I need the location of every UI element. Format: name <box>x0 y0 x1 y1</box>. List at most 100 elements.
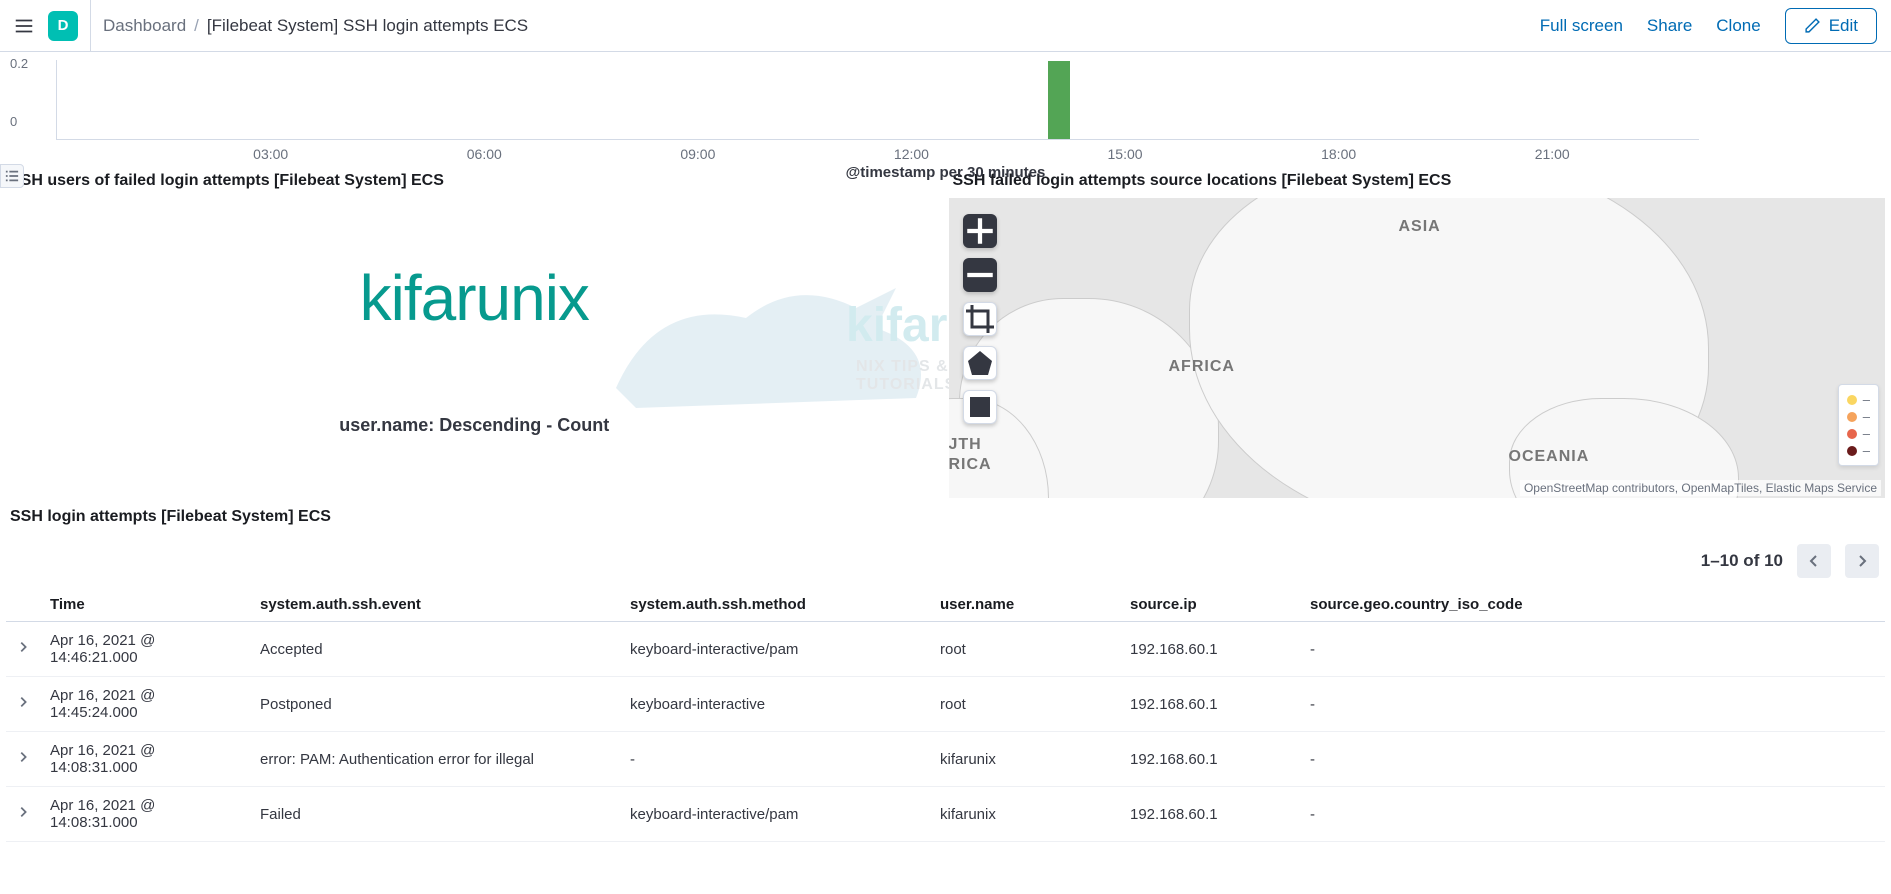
watermark-logo: kifarunix <box>360 261 589 335</box>
chart-xlabel: @timestamp per 30 minutes <box>12 164 1879 181</box>
cell-user: root <box>930 677 1120 732</box>
users-panel: SSH users of failed login attempts [File… <box>6 168 943 498</box>
chart-xticks: 03:0006:0009:0012:0015:0018:0021:00 <box>56 140 1699 160</box>
col-method[interactable]: system.auth.ssh.method <box>620 588 930 622</box>
cell-time: Apr 16, 2021 @ 14:08:31.000 <box>40 787 250 842</box>
map-label-oceania: OCEANIA <box>1509 448 1590 466</box>
cell-country: - <box>1300 677 1885 732</box>
fullscreen-button[interactable]: Full screen <box>1540 16 1623 36</box>
col-ip[interactable]: source.ip <box>1120 588 1300 622</box>
breadcrumb: Dashboard / [Filebeat System] SSH login … <box>90 0 528 51</box>
map-panel: SSH failed login attempts source locatio… <box>949 168 1886 498</box>
table-pager: 1–10 of 10 <box>1701 544 1879 578</box>
map-legend-item: – <box>1847 425 1870 442</box>
map-rect-button[interactable] <box>963 390 997 424</box>
table-row: Apr 16, 2021 @ 14:08:31.000error: PAM: A… <box>6 732 1885 787</box>
legend-swatch-label: – <box>1863 392 1870 407</box>
legend-swatch-label: – <box>1863 443 1870 458</box>
table-row: Apr 16, 2021 @ 14:46:21.000Acceptedkeybo… <box>6 622 1885 677</box>
map-legend[interactable]: – – – – <box>1838 384 1879 466</box>
chevron-right-icon <box>16 695 30 709</box>
cell-method: keyboard-interactive/pam <box>620 622 930 677</box>
users-axis-label: user.name: Descending - Count <box>339 415 609 436</box>
row-expand-button[interactable] <box>6 732 40 787</box>
map-attribution: OpenStreetMap contributors, OpenMapTiles… <box>1520 480 1881 496</box>
chevron-left-icon <box>1806 553 1822 569</box>
col-user[interactable]: user.name <box>930 588 1120 622</box>
list-icon <box>5 169 19 183</box>
map-legend-item: – <box>1847 408 1870 425</box>
table-row: Apr 16, 2021 @ 14:08:31.000Failedkeyboar… <box>6 787 1885 842</box>
edit-button-label: Edit <box>1829 16 1858 36</box>
legend-swatch-icon <box>1847 446 1857 456</box>
cell-user: kifarunix <box>930 787 1120 842</box>
map-label-sa1: JTH <box>949 436 982 454</box>
square-icon <box>964 391 996 423</box>
cell-country: - <box>1300 732 1885 787</box>
header-actions: Full screen Share Clone Edit <box>1540 8 1877 44</box>
cell-user: root <box>930 622 1120 677</box>
col-country[interactable]: source.geo.country_iso_code <box>1300 588 1885 622</box>
map-zoom-in-button[interactable] <box>963 214 997 248</box>
timeseries-chart: 0.2 0 03:0006:0009:0012:0015:0018:0021:0… <box>0 52 1891 162</box>
chart-ytick: 0 <box>10 114 17 129</box>
table-panel-title: SSH login attempts [Filebeat System] ECS <box>6 504 1885 534</box>
pentagon-icon <box>964 347 996 379</box>
breadcrumb-root[interactable]: Dashboard <box>103 16 186 36</box>
pencil-icon <box>1804 17 1821 34</box>
table-panel: SSH login attempts [Filebeat System] ECS… <box>0 498 1891 842</box>
cell-country: - <box>1300 787 1885 842</box>
table-toolbar: 1–10 of 10 <box>6 534 1885 588</box>
map-legend-item: – <box>1847 442 1870 459</box>
cell-method: keyboard-interactive <box>620 677 930 732</box>
clone-button[interactable]: Clone <box>1716 16 1760 36</box>
map-legend-item: – <box>1847 391 1870 408</box>
cell-method: keyboard-interactive/pam <box>620 787 930 842</box>
chart-ytick: 0.2 <box>10 56 28 71</box>
cell-method: - <box>620 732 930 787</box>
plus-icon <box>963 214 997 248</box>
map-zoom-out-button[interactable] <box>963 258 997 292</box>
table-row: Apr 16, 2021 @ 14:45:24.000Postponedkeyb… <box>6 677 1885 732</box>
cell-user: kifarunix <box>930 732 1120 787</box>
map-fit-button[interactable] <box>963 302 997 336</box>
legend-swatch-label: – <box>1863 426 1870 441</box>
chart-plot-area[interactable] <box>56 60 1699 140</box>
map-label-asia: ASIA <box>1399 218 1441 236</box>
pager-info: 1–10 of 10 <box>1701 551 1783 571</box>
map-controls <box>963 214 997 424</box>
hamburger-icon <box>13 15 35 37</box>
legend-swatch-icon <box>1847 412 1857 422</box>
cell-time: Apr 16, 2021 @ 14:46:21.000 <box>40 622 250 677</box>
cell-event: Failed <box>250 787 620 842</box>
pager-prev-button[interactable] <box>1797 544 1831 578</box>
share-button[interactable]: Share <box>1647 16 1692 36</box>
row-expand-button[interactable] <box>6 622 40 677</box>
cell-ip: 192.168.60.1 <box>1120 677 1300 732</box>
chart-bar[interactable] <box>1048 61 1070 139</box>
map-canvas[interactable]: ASIA AFRICA OCEANIA JTH RICA <box>949 198 1886 498</box>
legend-swatch-label: – <box>1863 409 1870 424</box>
col-time[interactable]: Time <box>40 588 250 622</box>
pager-next-button[interactable] <box>1845 544 1879 578</box>
row-expand-button[interactable] <box>6 677 40 732</box>
edit-button[interactable]: Edit <box>1785 8 1877 44</box>
users-panel-body[interactable]: kifarunix kifarunix NIX TIPS & TUTORIALS… <box>6 198 943 498</box>
breadcrumb-separator: / <box>194 16 199 36</box>
map-polygon-button[interactable] <box>963 346 997 380</box>
cell-event: Postponed <box>250 677 620 732</box>
nav-toggle-button[interactable] <box>0 0 48 52</box>
app-badge[interactable]: D <box>48 11 78 41</box>
chevron-right-icon <box>16 750 30 764</box>
cell-time: Apr 16, 2021 @ 14:08:31.000 <box>40 732 250 787</box>
cell-ip: 192.168.60.1 <box>1120 732 1300 787</box>
cell-event: Accepted <box>250 622 620 677</box>
map-label-africa: AFRICA <box>1169 358 1235 376</box>
legend-toggle-button[interactable] <box>0 164 24 188</box>
breadcrumb-current: [Filebeat System] SSH login attempts ECS <box>207 16 528 36</box>
chevron-right-icon <box>16 805 30 819</box>
chevron-right-icon <box>1854 553 1870 569</box>
row-expand-button[interactable] <box>6 787 40 842</box>
col-event[interactable]: system.auth.ssh.event <box>250 588 620 622</box>
cell-event: error: PAM: Authentication error for ill… <box>250 732 620 787</box>
